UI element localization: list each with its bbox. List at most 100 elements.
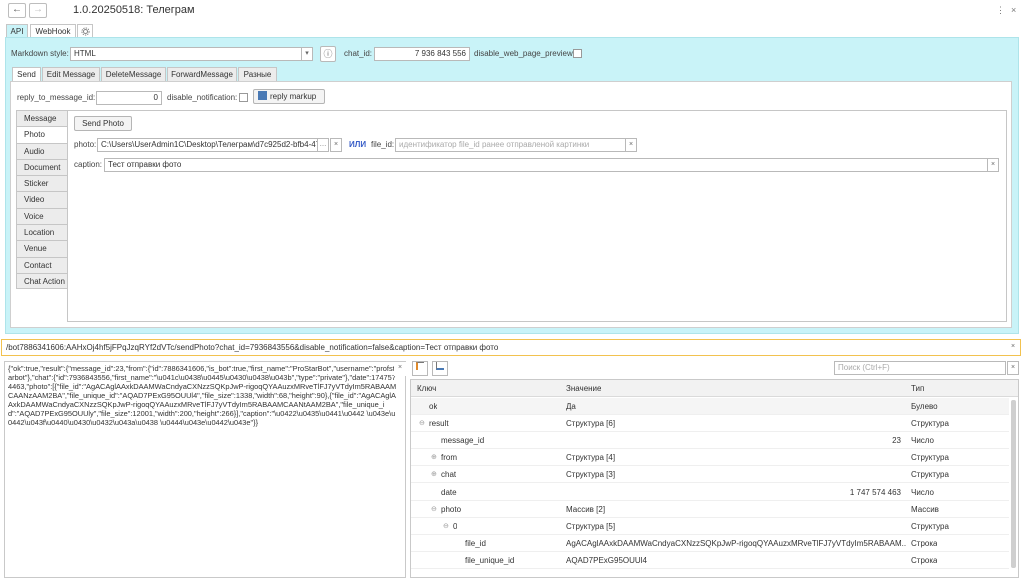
- markdown-style-select[interactable]: HTML: [70, 47, 302, 61]
- vtab-audio[interactable]: Audio: [16, 142, 68, 159]
- caption-clear-button[interactable]: ×: [987, 158, 999, 172]
- row-type: Структура: [911, 521, 949, 531]
- grid-header: Ключ Значение Тип: [411, 380, 1018, 397]
- chevron-down-icon: ▾: [305, 50, 309, 57]
- vtab-document[interactable]: Document: [16, 158, 68, 176]
- json-response-box[interactable]: {"ok":true,"result":{"message_id":23,"fr…: [4, 361, 406, 578]
- clear-icon: ×: [397, 364, 403, 371]
- tab-api[interactable]: API: [6, 24, 28, 38]
- search-input[interactable]: Поиск (Ctrl+F): [834, 361, 1006, 375]
- vtab-photo[interactable]: Photo: [16, 126, 68, 143]
- photo-path-input[interactable]: C:\Users\UserAdmin1C\Desktop\Телеграм\d7…: [97, 138, 318, 152]
- expand-tree-button[interactable]: [412, 361, 428, 376]
- vtab-chat-action[interactable]: Chat Action: [16, 272, 68, 290]
- url-clear-button[interactable]: ×: [1007, 341, 1019, 354]
- row-key: date: [441, 487, 457, 497]
- table-row[interactable]: ⊕ from Структура [4] Структура: [411, 449, 1009, 467]
- tree-expand-icon: [416, 362, 424, 370]
- or-label: ИЛИ: [349, 140, 367, 149]
- row-value: Массив [2]: [566, 504, 606, 514]
- vtab-sticker[interactable]: Sticker: [16, 175, 68, 192]
- grid-scrollbar[interactable]: [1011, 400, 1016, 568]
- row-type: Строка: [911, 555, 938, 565]
- search-clear-button[interactable]: ×: [1007, 361, 1019, 375]
- forward-button[interactable]: →: [29, 3, 47, 18]
- collapse-icon[interactable]: ⊖: [419, 415, 425, 432]
- gear-icon: [80, 27, 90, 36]
- column-value[interactable]: Значение: [566, 380, 601, 397]
- vtab-venue[interactable]: Venue: [16, 240, 68, 257]
- reply-to-input[interactable]: 0: [96, 91, 162, 105]
- table-row[interactable]: message_id 23 Число: [411, 432, 1009, 450]
- tab-edit-message[interactable]: Edit Message: [42, 67, 100, 81]
- vtab-location[interactable]: Location: [16, 224, 68, 241]
- table-row[interactable]: file_id AgACAglAAxkDAAMWaCndyaCXNzzSQKpJw…: [411, 535, 1009, 552]
- window-title: 1.0.20250518: Телеграм: [73, 4, 195, 16]
- disable-preview-checkbox[interactable]: [573, 49, 582, 58]
- vtab-voice[interactable]: Voice: [16, 207, 68, 225]
- tab-send[interactable]: Send: [12, 67, 41, 81]
- row-type: Число: [911, 436, 935, 446]
- row-key: photo: [441, 504, 462, 514]
- table-row[interactable]: ⊖ photo Массив [2] Массив: [411, 501, 1009, 518]
- table-row[interactable]: file_unique_id AQAD7PExG95OUUl4 Строка: [411, 552, 1009, 569]
- markdown-style-label: Markdown style:: [11, 49, 69, 58]
- vtab-message[interactable]: Message: [16, 110, 68, 127]
- tab-forward-message[interactable]: ForwardMessage: [167, 67, 237, 81]
- row-key: result: [429, 419, 449, 429]
- table-row[interactable]: ⊕ chat Структура [3] Структура: [411, 466, 1009, 484]
- photo-browse-button[interactable]: …: [317, 138, 329, 152]
- tab-other[interactable]: Разные: [238, 67, 277, 81]
- row-type: Число: [911, 487, 935, 497]
- disable-notification-checkbox[interactable]: [239, 93, 248, 102]
- back-button[interactable]: ←: [8, 3, 26, 18]
- row-value: Да: [566, 402, 576, 411]
- table-row[interactable]: ⊖ 0 Структура [5] Структура: [411, 518, 1009, 535]
- row-value: Структура [5]: [566, 521, 616, 531]
- close-icon[interactable]: ×: [1011, 4, 1016, 16]
- collapse-icon[interactable]: ⊖: [431, 501, 437, 518]
- tab-delete-message[interactable]: DeleteMessage: [101, 67, 166, 81]
- info-button[interactable]: ⓘ: [320, 46, 336, 62]
- chat-id-input[interactable]: 7 936 843 556: [374, 47, 470, 61]
- expand-icon[interactable]: ⊕: [431, 449, 437, 466]
- expand-icon[interactable]: ⊕: [431, 466, 437, 483]
- clear-icon: ×: [628, 141, 634, 148]
- file-id-input[interactable]: идентификатор file_id ранее отправленой …: [395, 138, 626, 152]
- collapse-tree-button[interactable]: [432, 361, 448, 376]
- more-icon[interactable]: ⋮: [996, 4, 1005, 16]
- markdown-dropdown-button[interactable]: ▾: [301, 47, 313, 61]
- chat-id-label: chat_id:: [344, 49, 373, 58]
- request-url-field[interactable]: /bot7886341606:AAHxOj4hf5jFPqJzqRYf2dVTc…: [1, 339, 1021, 356]
- vtab-video[interactable]: Video: [16, 191, 68, 208]
- row-value: Структура [6]: [566, 419, 616, 429]
- row-key: chat: [441, 470, 457, 480]
- column-key[interactable]: Ключ: [417, 380, 436, 397]
- collapse-icon[interactable]: ⊖: [443, 518, 449, 535]
- json-tree-grid[interactable]: Ключ Значение Тип ok Да Булево ⊖ result Струк…: [410, 379, 1019, 578]
- table-row[interactable]: ⊖ result Структура [6] Структура: [411, 415, 1009, 433]
- json-clear-button[interactable]: ×: [394, 362, 406, 376]
- column-type[interactable]: Тип: [911, 380, 924, 397]
- row-key: ok: [429, 402, 438, 411]
- photo-clear-button[interactable]: ×: [330, 138, 342, 152]
- file-id-clear-button[interactable]: ×: [625, 138, 637, 152]
- tab-webhook[interactable]: WebHook: [30, 24, 76, 38]
- row-value: Структура [3]: [566, 470, 616, 480]
- row-type: Структура: [911, 453, 949, 463]
- reply-markup-button[interactable]: reply markup: [253, 89, 325, 104]
- row-number-value: 23: [892, 436, 901, 446]
- caption-label: caption:: [74, 160, 103, 169]
- clear-icon: ×: [333, 141, 339, 148]
- reply-to-label: reply_to_message_id:: [17, 93, 96, 102]
- vtab-contact[interactable]: Contact: [16, 256, 68, 273]
- settings-tab[interactable]: [77, 24, 93, 38]
- send-photo-button[interactable]: Send Photo: [74, 116, 132, 131]
- table-row[interactable]: ok Да Булево: [411, 398, 1009, 415]
- caption-input[interactable]: Тест отправки фото: [104, 158, 988, 172]
- row-key: file_unique_id: [465, 555, 515, 565]
- table-row[interactable]: date 1 747 574 463 Число: [411, 484, 1009, 501]
- row-number-value: 1 747 574 463: [849, 487, 901, 497]
- row-key: file_id: [465, 538, 486, 548]
- file-id-label: file_id:: [371, 140, 395, 149]
